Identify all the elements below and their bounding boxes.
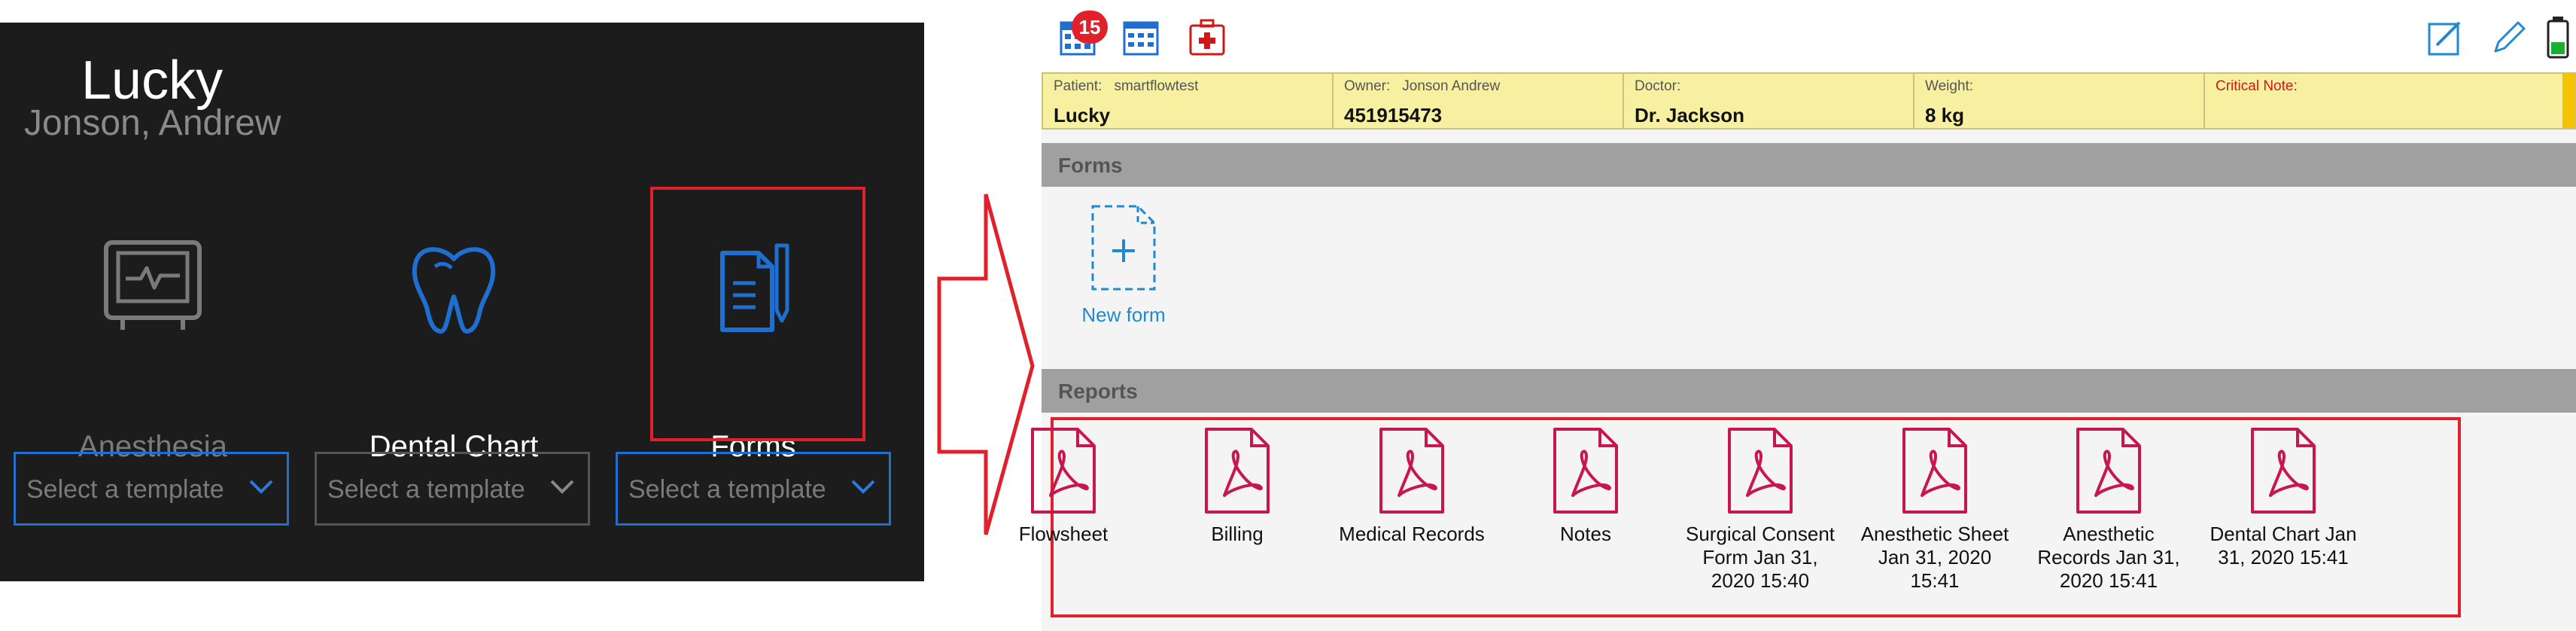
patient-account: smartflowtest [1114, 78, 1199, 94]
patient-info-bar: Patient: smartflowtest Lucky Owner: Jonson… [1042, 72, 2576, 130]
report-item[interactable]: Notes [1499, 426, 1672, 546]
template-placeholder: Select a template [26, 475, 224, 504]
pdf-file-icon [1728, 428, 1793, 514]
doctor-key: Doctor: [1635, 78, 1681, 94]
doctor-value: Dr. Jackson [1635, 104, 1744, 127]
forms-reports-screen: 15 Patient: smartflowtest Lucky Owner: J… [1019, 0, 2576, 631]
pencil-icon[interactable] [2489, 18, 2529, 57]
patient-value: Lucky [1054, 104, 1111, 127]
weight-key: Weight: [1925, 78, 1974, 94]
critical-note-key: Critical Note: [2216, 78, 2298, 94]
new-form-label: New form [1081, 303, 1166, 326]
patient-modules-panel: Lucky Jonson, Andrew Anesthesia Dental C… [0, 23, 924, 581]
report-label: Medical Records [1339, 523, 1485, 545]
patient-cell: Patient: smartflowtest Lucky [1043, 74, 1334, 128]
chevron-down-icon [550, 480, 574, 494]
report-label: Surgical Consent Form Jan 31, 2020 15:40 [1686, 523, 1835, 592]
template-placeholder: Select a template [628, 475, 826, 504]
anesthesia-monitor-icon [104, 240, 202, 330]
report-item[interactable]: Medical Records [1325, 426, 1498, 546]
module-dental-chart[interactable]: Dental Chart [330, 238, 578, 464]
tooth-icon [412, 247, 496, 334]
owner-key: Owner: [1344, 78, 1391, 94]
table-icon[interactable] [1121, 18, 1160, 57]
pdf-file-icon [1379, 428, 1444, 514]
chevron-down-icon [851, 480, 875, 494]
owner-cell: Owner: Jonson Andrew 451915473 [1334, 74, 1624, 128]
doctor-cell: Doctor: Dr. Jackson [1624, 74, 1915, 128]
pdf-file-icon [2076, 428, 2141, 514]
anesthesia-template-select[interactable]: Select a template [14, 452, 289, 526]
top-toolbar: 15 [1042, 0, 2576, 72]
report-item[interactable]: Billing [1151, 426, 1324, 546]
report-item[interactable]: Flowsheet [977, 426, 1150, 546]
pdf-file-icon [1031, 428, 1096, 514]
notification-badge: 15 [1072, 11, 1108, 44]
template-placeholder: Select a template [327, 475, 525, 504]
patient-key: Patient: [1054, 78, 1102, 94]
report-item[interactable]: Anesthetic Records Jan 31, 2020 15:41 [2022, 426, 2195, 593]
pdf-file-icon [1553, 428, 1618, 514]
report-label: Notes [1560, 523, 1611, 545]
battery-icon [2547, 17, 2569, 59]
owner-value: 451915473 [1344, 104, 1443, 127]
pdf-file-icon [1902, 428, 1967, 514]
pdf-file-icon [2251, 428, 2316, 514]
forms-highlight-box [650, 187, 865, 441]
dental-template-select[interactable]: Select a template [315, 452, 590, 526]
reports-section-header: Reports [1042, 369, 2576, 413]
report-label: Dental Chart Jan 31, 2020 15:41 [2210, 523, 2357, 569]
edit-note-icon[interactable] [2426, 18, 2465, 57]
owner-name: Jonson, Andrew [24, 103, 281, 143]
module-anesthesia[interactable]: Anesthesia [29, 238, 277, 464]
owner-name: Jonson Andrew [1402, 78, 1501, 94]
report-label: Anesthetic Records Jan 31, 2020 15:41 [2037, 523, 2180, 592]
critical-note-cell[interactable]: Critical Note: [2205, 74, 2495, 128]
report-label: Flowsheet [1018, 523, 1109, 545]
report-label: Billing [1211, 523, 1264, 545]
weight-value: 8 kg [1925, 104, 1965, 127]
weight-cell: Weight: 8 kg [1915, 74, 2205, 128]
chevron-down-icon [249, 480, 273, 494]
forms-template-select[interactable]: Select a template [616, 452, 891, 526]
pdf-file-icon [1205, 428, 1270, 514]
new-document-icon [1091, 205, 1156, 291]
medical-kit-icon[interactable] [1188, 18, 1227, 57]
report-item[interactable]: Surgical Consent Form Jan 31, 2020 15:40 [1674, 426, 1847, 593]
new-form-button[interactable]: New form [1067, 203, 1180, 327]
report-item[interactable]: Dental Chart Jan 31, 2020 15:41 [2197, 426, 2370, 569]
screenshot-stage: Lucky Jonson, Andrew Anesthesia Dental C… [0, 0, 2576, 631]
forms-section-header: Forms [1042, 143, 2576, 187]
report-item[interactable]: Anesthetic Sheet Jan 31, 2020 15:41 [1848, 426, 2021, 593]
status-indicator [2562, 74, 2574, 128]
report-label: Anesthetic Sheet Jan 31, 2020 15:41 [1860, 523, 2009, 592]
